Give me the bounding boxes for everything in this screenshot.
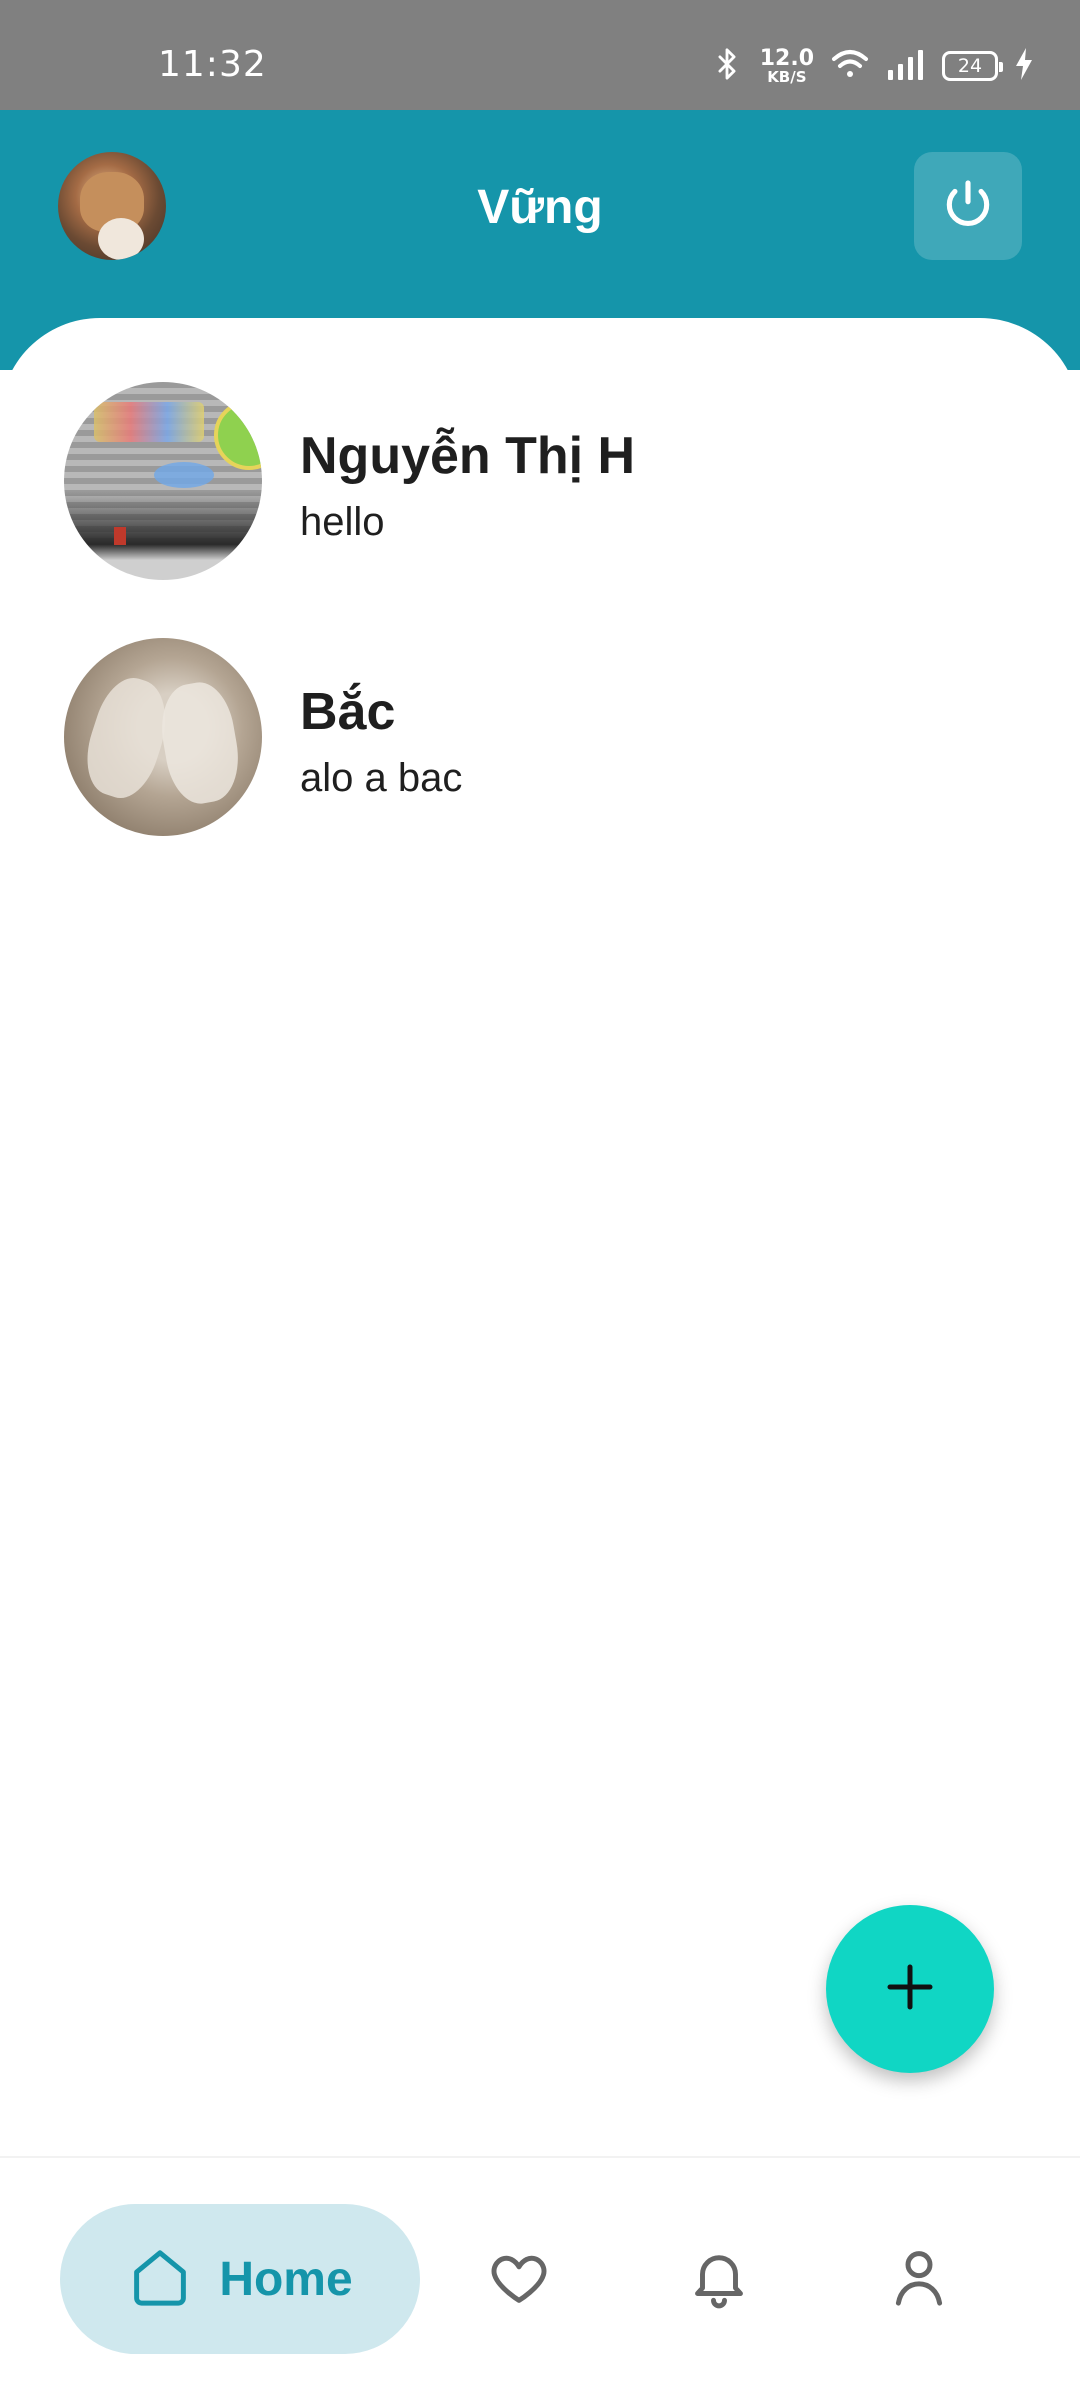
status-time: 11:32 bbox=[158, 44, 267, 85]
battery-level: 24 bbox=[957, 55, 983, 77]
net-speed-unit: KB/S bbox=[767, 67, 807, 86]
chat-avatar bbox=[64, 638, 262, 836]
add-chat-button[interactable] bbox=[826, 1905, 994, 2073]
plus-icon bbox=[884, 1961, 936, 2018]
wifi-icon bbox=[830, 47, 870, 86]
battery-icon: 24 bbox=[942, 51, 1003, 81]
nav-item-favorites[interactable] bbox=[486, 2246, 552, 2312]
signal-icon bbox=[886, 48, 926, 85]
charging-icon bbox=[1014, 47, 1034, 85]
nav-item-home[interactable]: Home bbox=[60, 2204, 420, 2354]
home-icon bbox=[127, 2244, 193, 2315]
bluetooth-icon bbox=[710, 47, 744, 86]
bottom-nav: Home bbox=[0, 2156, 1080, 2400]
chat-avatar bbox=[64, 382, 262, 580]
chat-list-item[interactable]: Bắc alo a bac bbox=[0, 638, 1080, 848]
nav-item-notifications[interactable] bbox=[686, 2246, 752, 2312]
bell-icon bbox=[686, 2244, 752, 2315]
net-speed-value: 12.0 bbox=[759, 45, 814, 71]
chat-name: Bắc bbox=[300, 683, 396, 741]
chat-name: Nguyễn Thị H bbox=[300, 427, 636, 485]
nav-item-profile[interactable] bbox=[886, 2246, 952, 2312]
logout-button[interactable] bbox=[914, 152, 1022, 260]
status-icons: 12.0 KB/S 24 bbox=[710, 46, 1034, 86]
nav-home-label: Home bbox=[219, 2252, 353, 2306]
chat-preview: alo a bac bbox=[300, 756, 463, 800]
chat-list-item[interactable]: Nguyễn Thị H hello bbox=[0, 382, 1080, 592]
status-bar: 11:32 12.0 KB/S 24 bbox=[0, 0, 1080, 110]
power-icon bbox=[940, 176, 996, 237]
chat-list: Nguyễn Thị H hello Bắc alo a bac bbox=[0, 318, 1080, 2158]
person-icon bbox=[886, 2244, 952, 2315]
heart-icon bbox=[486, 2244, 552, 2315]
chat-preview: hello bbox=[300, 500, 385, 544]
net-speed: 12.0 KB/S bbox=[759, 45, 814, 86]
